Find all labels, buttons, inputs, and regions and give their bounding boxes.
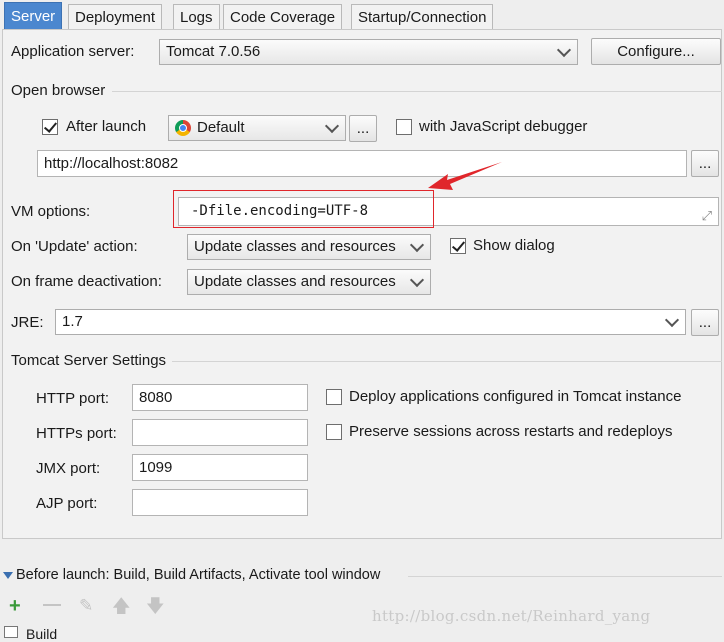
before-launch-label[interactable]: Before launch: Build, Build Artifacts, A… <box>16 567 380 583</box>
browser-browse-button[interactable]: ... <box>349 115 377 142</box>
configure-button[interactable]: Configure... <box>591 38 721 65</box>
show-dialog-checkbox[interactable] <box>450 238 466 254</box>
js-debugger-checkbox[interactable] <box>396 119 412 135</box>
https-port-field[interactable] <box>132 419 308 446</box>
annotation-highlight-box <box>173 190 434 228</box>
move-down-icon[interactable]: 🡇 <box>146 596 165 616</box>
chrome-icon <box>175 120 191 136</box>
on-update-combo[interactable]: Update classes and resources <box>187 234 431 260</box>
app-server-label: Application server: <box>11 43 135 60</box>
startup-url-field[interactable]: http://localhost:8082 <box>37 150 687 177</box>
move-up-icon[interactable]: 🡅 <box>112 596 131 616</box>
preserve-sessions-label: Preserve sessions across restarts and re… <box>349 423 673 440</box>
jmx-port-value: 1099 <box>139 459 173 476</box>
browser-combo[interactable]: Default <box>168 115 346 141</box>
http-port-value: 8080 <box>139 389 173 406</box>
tab-deployment[interactable]: Deployment <box>68 4 163 29</box>
tab-server[interactable]: Server <box>4 2 63 30</box>
add-icon[interactable]: + <box>9 596 21 616</box>
expand-icon[interactable]: ⤢ <box>702 203 712 225</box>
tomcat-settings-section-label: Tomcat Server Settings <box>11 352 167 369</box>
jmx-port-field[interactable]: 1099 <box>132 454 308 481</box>
http-port-label: HTTP port: <box>36 390 110 407</box>
edit-icon[interactable]: ✎ <box>79 596 93 616</box>
url-browse-button[interactable]: ... <box>691 150 719 177</box>
browser-value: Default <box>197 119 245 136</box>
ajp-port-label: AJP port: <box>36 495 98 512</box>
js-debugger-label: with JavaScript debugger <box>419 118 588 135</box>
after-launch-checkbox[interactable] <box>42 119 58 135</box>
frame-deactivation-label: On frame deactivation: <box>11 273 162 290</box>
http-port-field[interactable]: 8080 <box>132 384 308 411</box>
after-launch-label: After launch <box>66 118 147 135</box>
app-server-value: Tomcat 7.0.56 <box>166 43 261 60</box>
vm-options-label: VM options: <box>11 203 91 220</box>
jre-combo[interactable]: 1.7 <box>55 309 686 335</box>
deploy-apps-checkbox[interactable] <box>326 389 342 405</box>
build-task-icon <box>4 626 18 638</box>
section-divider <box>408 576 722 577</box>
collapse-triangle-icon[interactable] <box>3 572 13 579</box>
chevron-down-icon <box>556 42 572 58</box>
jmx-port-label: JMX port: <box>36 460 101 477</box>
on-update-label: On 'Update' action: <box>11 238 138 255</box>
frame-deactivation-combo[interactable]: Update classes and resources <box>187 269 431 295</box>
show-dialog-label: Show dialog <box>473 237 555 254</box>
tab-startup-connection[interactable]: Startup/Connection <box>351 4 494 29</box>
preserve-sessions-checkbox[interactable] <box>326 424 342 440</box>
chevron-down-icon <box>324 118 340 134</box>
tab-bar: Server Deployment Logs Code Coverage Sta… <box>0 0 724 30</box>
https-port-label: HTTPs port: <box>36 425 117 442</box>
annotation-arrow <box>428 162 502 190</box>
jre-value: 1.7 <box>62 313 83 330</box>
jre-browse-button[interactable]: ... <box>691 309 719 336</box>
ajp-port-field[interactable] <box>132 489 308 516</box>
build-task-label[interactable]: Build <box>26 626 57 642</box>
section-divider <box>172 361 722 362</box>
deploy-apps-label: Deploy applications configured in Tomcat… <box>349 388 682 405</box>
open-browser-section-label: Open browser <box>11 82 106 99</box>
chevron-down-icon <box>409 237 425 253</box>
chevron-down-icon <box>409 272 425 288</box>
on-update-value: Update classes and resources <box>194 238 396 255</box>
startup-url-value: http://localhost:8082 <box>44 155 179 172</box>
jre-label: JRE: <box>11 314 44 331</box>
remove-icon[interactable] <box>43 604 61 606</box>
tab-code-coverage[interactable]: Code Coverage <box>223 4 343 29</box>
tab-logs[interactable]: Logs <box>173 4 220 29</box>
chevron-down-icon <box>664 312 680 328</box>
frame-deactivation-value: Update classes and resources <box>194 273 396 290</box>
section-divider <box>112 91 722 92</box>
app-server-combo[interactable]: Tomcat 7.0.56 <box>159 39 578 65</box>
watermark-text: http://blog.csdn.net/Reinhard_yang <box>372 607 651 625</box>
